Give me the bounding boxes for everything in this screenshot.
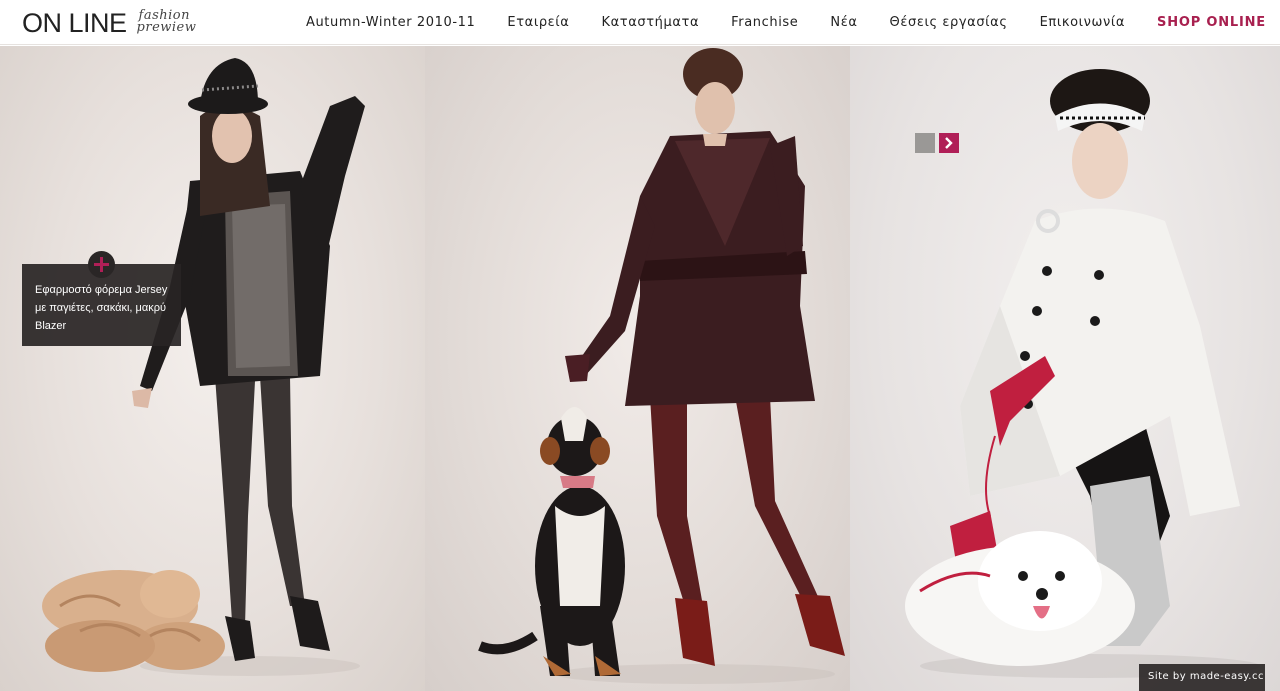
main-nav: Autumn-Winter 2010-11 Εταιρεία Καταστήμα… — [274, 0, 1266, 45]
nav-item-stores[interactable]: Καταστήματα — [601, 15, 699, 30]
nav-item-contact[interactable]: Επικοινωνία — [1040, 15, 1125, 30]
site-header: ON LINE fashion prewiew Autumn-Winter 20… — [0, 0, 1280, 45]
slider-next-button[interactable] — [939, 133, 959, 153]
model-illustration-1 — [42, 58, 365, 676]
nav-item-shop-online[interactable]: SHOP ONLINE — [1157, 15, 1266, 30]
nav-item-news[interactable]: Νέα — [830, 15, 857, 30]
site-credit-link[interactable]: Site by made-easy.cc — [1139, 664, 1265, 691]
site-logo[interactable]: ON LINE fashion prewiew — [22, 7, 196, 39]
logo-tagline-line2: prewiew — [136, 20, 197, 35]
nav-item-collection[interactable]: Autumn-Winter 2010-11 — [306, 15, 475, 30]
product-info-text: Εφαρμοστό φόρεμα Jersey με παγιέτες, σακ… — [35, 284, 168, 332]
product-info-toggle-button[interactable] — [88, 251, 115, 278]
logo-wordmark: ON LINE — [22, 8, 127, 38]
model-illustration-2 — [478, 48, 845, 684]
lookbook-photo-2[interactable] — [425, 46, 850, 691]
logo-tagline: fashion prewiew — [136, 9, 197, 35]
plus-icon — [94, 257, 109, 272]
nav-item-jobs[interactable]: Θέσεις εργασίας — [890, 15, 1008, 30]
slider-prev-button[interactable] — [915, 133, 935, 153]
nav-item-company[interactable]: Εταιρεία — [507, 15, 569, 30]
lookbook-photo-1[interactable] — [0, 46, 425, 691]
chevron-right-icon — [945, 137, 953, 149]
nav-item-franchise[interactable]: Franchise — [731, 15, 798, 30]
